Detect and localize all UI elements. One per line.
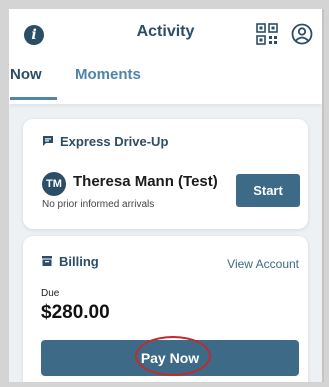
pay-now-button[interactable]: Pay Now — [41, 340, 299, 376]
express-drive-up-title: Express Drive-Up — [60, 134, 169, 149]
billing-icon — [42, 256, 52, 266]
avatar: TM — [42, 172, 66, 196]
start-button[interactable]: Start — [236, 174, 300, 207]
billing-title: Billing — [59, 254, 99, 269]
chat-bubble-icon — [43, 136, 53, 146]
due-label: Due — [41, 288, 60, 299]
view-account-link[interactable]: View Account — [223, 257, 299, 271]
amount-due: $280.00 — [41, 302, 110, 323]
billing-card: Billing View Account Due $280.00 Pay Now — [23, 236, 308, 382]
qr-code-icon[interactable] — [256, 23, 278, 45]
tab-moments[interactable]: Moments — [75, 61, 141, 97]
arrival-status: No prior informed arrivals — [42, 199, 155, 210]
profile-icon[interactable] — [291, 23, 313, 45]
tab-now[interactable]: Now — [10, 61, 57, 100]
person-name: Theresa Mann (Test) — [73, 173, 218, 190]
app-screen: i Activity Now Moments Express Drive-Up … — [9, 9, 324, 382]
top-bar: i Activity Now Moments — [9, 9, 322, 104]
express-drive-up-card: Express Drive-Up TM Theresa Mann (Test) … — [23, 119, 308, 229]
